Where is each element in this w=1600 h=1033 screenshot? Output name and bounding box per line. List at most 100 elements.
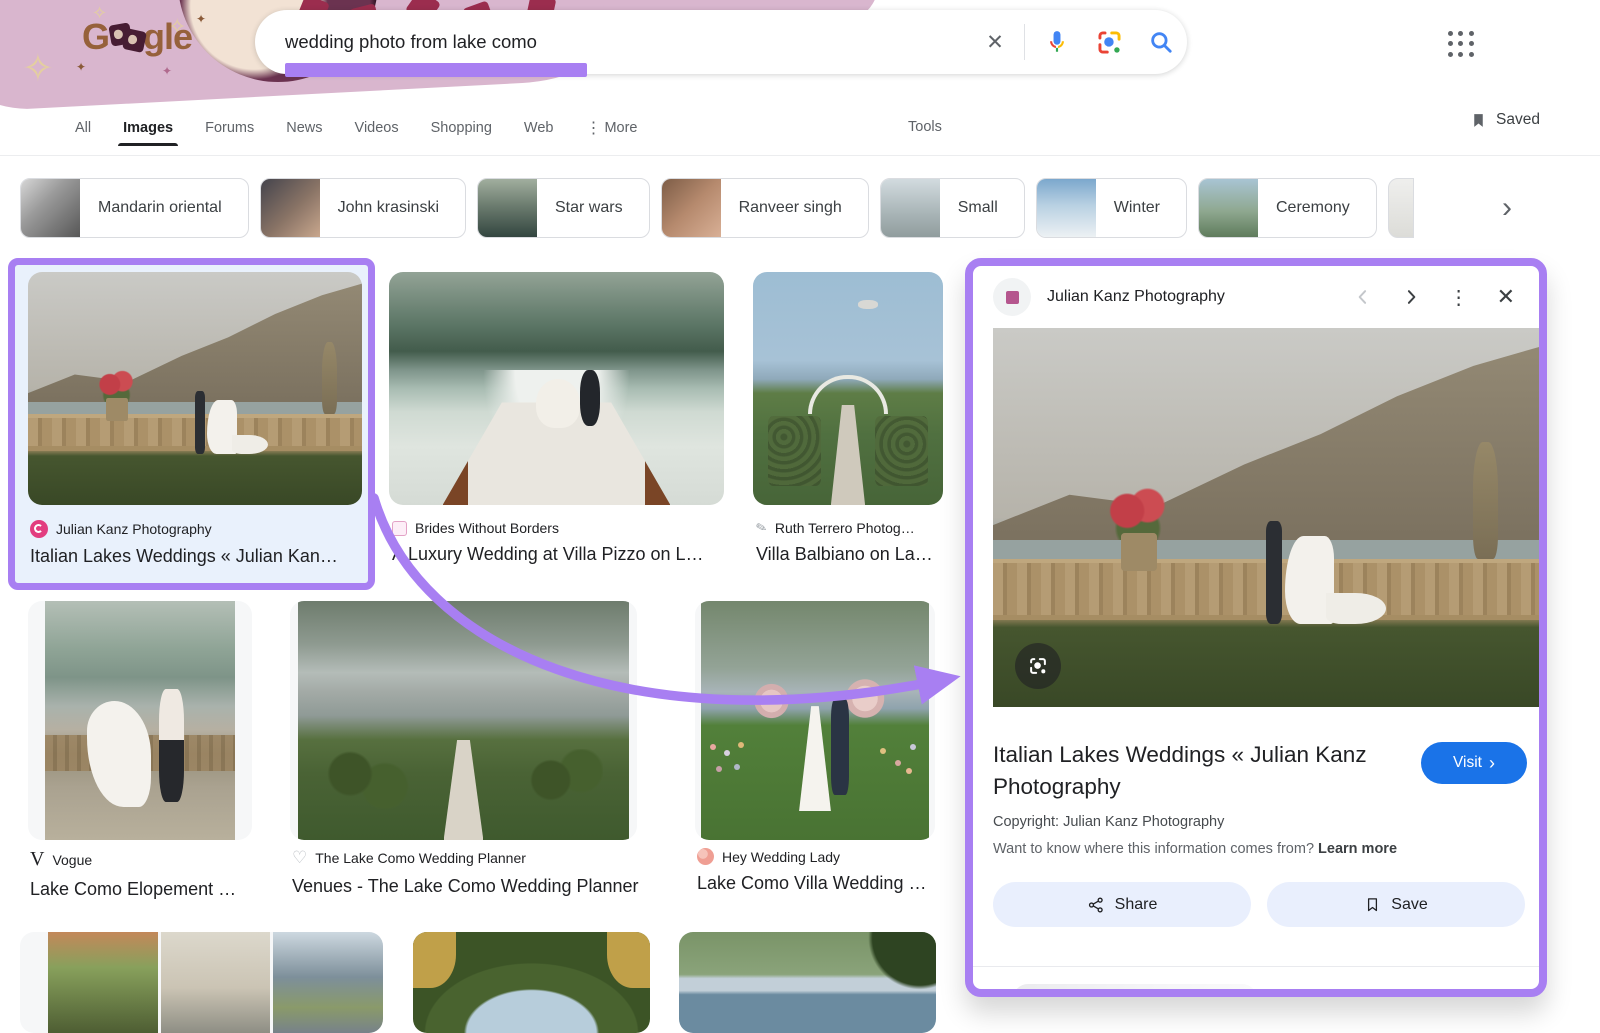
google-doodle-logo[interactable]: Ggle — [82, 16, 192, 58]
result-caption-julian-kanz[interactable]: Julian Kanz Photography Italian Lakes We… — [30, 520, 338, 567]
saved-button[interactable]: Saved — [1470, 111, 1540, 129]
result-image-arch[interactable] — [413, 932, 650, 1033]
tab-more-label: More — [604, 120, 637, 136]
result-image-villa-collage[interactable] — [20, 932, 383, 1033]
tab-all[interactable]: All — [75, 120, 91, 136]
chip-label: Ceremony — [1258, 199, 1376, 217]
share-button[interactable]: Share — [993, 882, 1251, 927]
tree-shape — [854, 932, 936, 993]
search-submit-icon[interactable] — [1135, 10, 1187, 74]
tab-images[interactable]: Images — [123, 120, 173, 136]
loading-skeleton — [1013, 984, 1257, 997]
clear-search-icon[interactable]: ✕ — [972, 30, 1018, 55]
statue-shape — [322, 342, 337, 414]
chip-winter[interactable]: Winter — [1036, 178, 1187, 238]
panel-main-image[interactable] — [993, 328, 1539, 707]
share-label: Share — [1115, 896, 1158, 914]
search-inside-image-lens-icon[interactable] — [1015, 643, 1061, 689]
related-searches-chips: Mandarin oriental John krasinski Star wa… — [20, 178, 1492, 238]
result-image-venue[interactable] — [290, 601, 637, 840]
chip-label: Winter — [1096, 199, 1186, 217]
tab-more[interactable]: ⋮ More — [585, 118, 637, 138]
result-caption-brides[interactable]: Brides Without Borders A Luxury Wedding … — [392, 520, 704, 565]
chip-star-wars[interactable]: Star wars — [477, 178, 650, 238]
save-button[interactable]: Save — [1267, 882, 1525, 927]
save-label: Save — [1391, 896, 1427, 914]
chip-label: Star wars — [537, 199, 649, 217]
chip-label: John krasinski — [320, 199, 465, 217]
arch-column-shape — [413, 932, 456, 988]
chip-mandarin-oriental[interactable]: Mandarin oriental — [20, 178, 249, 238]
previous-image-icon[interactable] — [1353, 287, 1373, 307]
search-input[interactable]: wedding photo from lake como — [285, 31, 972, 53]
google-lens-icon[interactable] — [1083, 10, 1135, 74]
panel-close-icon[interactable]: ✕ — [1497, 284, 1515, 310]
image-detail-panel: Julian Kanz Photography ⋮ ✕ — [965, 258, 1547, 997]
result-title[interactable]: Italian Lakes Weddings « Julian Kan… — [30, 546, 338, 567]
result-image-vogue[interactable] — [28, 601, 252, 840]
boat-shape — [858, 300, 879, 309]
chip-small[interactable]: Small — [880, 178, 1025, 238]
learn-more-link[interactable]: Learn more — [1318, 841, 1397, 857]
source-favicon: ✎ — [754, 519, 769, 537]
tabs-divider — [0, 155, 1600, 156]
next-image-icon[interactable] — [1401, 287, 1421, 307]
visit-chevron-icon: › — [1489, 754, 1495, 772]
aisle-shape — [444, 740, 484, 840]
result-image-julian-kanz[interactable] — [28, 272, 362, 505]
visit-button[interactable]: Visit › — [1421, 742, 1527, 784]
groom-figure — [580, 370, 600, 426]
panel-provenance: Want to know where this information come… — [993, 841, 1397, 857]
source-favicon: V — [30, 848, 44, 871]
chip-ranveer-singh[interactable]: Ranveer singh — [661, 178, 869, 238]
bride-figure — [536, 379, 580, 428]
tab-news[interactable]: News — [286, 120, 322, 136]
search-tabs: All Images Forums News Videos Shopping W… — [75, 106, 638, 150]
voice-search-icon[interactable] — [1031, 10, 1083, 74]
panel-more-options-icon[interactable]: ⋮ — [1449, 285, 1469, 310]
tools-button[interactable]: Tools — [908, 119, 942, 135]
source-favicon — [30, 520, 48, 538]
hedge-shape — [324, 749, 410, 811]
result-image-hey-wedding[interactable] — [695, 601, 935, 840]
google-apps-grid-icon[interactable] — [1448, 31, 1475, 58]
result-title[interactable]: A Luxury Wedding at Villa Pizzo on L… — [392, 544, 704, 565]
panel-source-favicon — [993, 278, 1031, 316]
result-title[interactable]: Venues - The Lake Como Wedding Planner — [292, 876, 639, 897]
logo-letter-g: G — [82, 16, 109, 58]
dress-train-shape — [1326, 593, 1386, 623]
tab-forums[interactable]: Forums — [205, 120, 254, 136]
mountain-shape — [993, 328, 1539, 707]
bookmark-icon — [1364, 896, 1381, 913]
result-title[interactable]: Lake Como Villa Wedding … — [697, 873, 926, 894]
provenance-text: Want to know where this information come… — [993, 841, 1314, 857]
panel-result-title[interactable]: Italian Lakes Weddings « Julian Kanz Pho… — [993, 739, 1403, 803]
result-image-mountain[interactable] — [679, 932, 936, 1033]
result-caption-ruth[interactable]: ✎ Ruth Terrero Photog… Villa Balbiano on… — [756, 520, 933, 565]
hedge-shape — [516, 749, 602, 811]
statue-shape — [1473, 442, 1498, 559]
doodle-square-icon — [122, 28, 147, 53]
tab-videos[interactable]: Videos — [355, 120, 399, 136]
result-image-boat[interactable] — [389, 272, 724, 505]
panel-source-name[interactable]: Julian Kanz Photography — [1047, 288, 1353, 306]
result-source: Ruth Terrero Photog… — [775, 520, 915, 536]
result-caption-hey[interactable]: Hey Wedding Lady Lake Como Villa Wedding… — [697, 848, 926, 894]
result-title[interactable]: Lake Como Elopement … — [30, 879, 236, 900]
result-caption-vogue[interactable]: V Vogue Lake Como Elopement … — [30, 848, 236, 900]
source-favicon — [697, 848, 714, 865]
more-dots-icon: ⋮ — [585, 118, 601, 138]
chip-ceremony[interactable]: Ceremony — [1198, 178, 1377, 238]
chip-john-krasinski[interactable]: John krasinski — [260, 178, 466, 238]
tab-web[interactable]: Web — [524, 120, 554, 136]
result-caption-planner[interactable]: ♡ The Lake Como Wedding Planner Venues -… — [292, 848, 639, 897]
chip-thumbnail — [1199, 178, 1258, 238]
sparkle-icon: ✦ — [196, 12, 206, 26]
groom-figure — [831, 699, 849, 795]
result-image-villa-balbiano[interactable] — [753, 272, 943, 505]
groom-figure — [159, 689, 184, 801]
result-title[interactable]: Villa Balbiano on La… — [756, 544, 933, 565]
tab-shopping[interactable]: Shopping — [431, 120, 492, 136]
chips-scroll-right-icon[interactable]: › — [1502, 186, 1512, 230]
chip-partial[interactable] — [1388, 178, 1414, 238]
